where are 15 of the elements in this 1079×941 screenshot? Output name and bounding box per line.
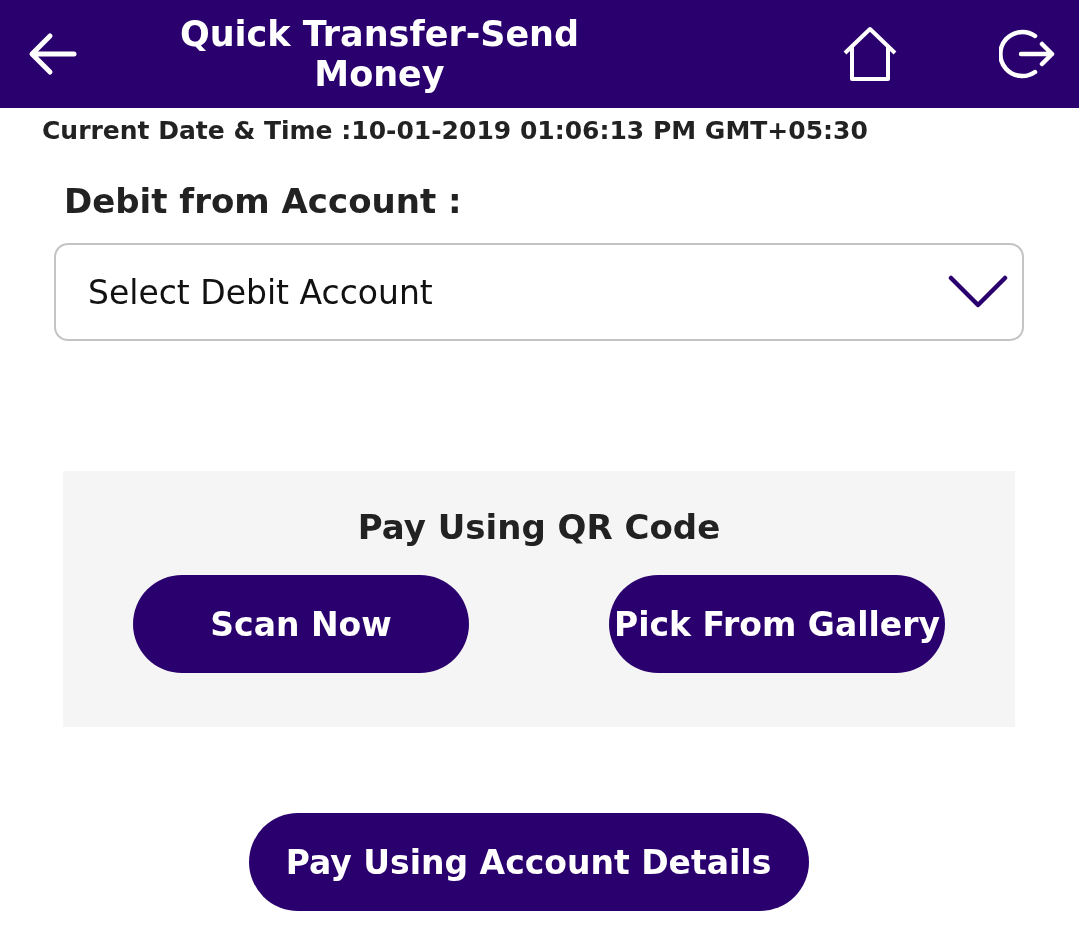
logout-icon xyxy=(999,27,1055,81)
page-title: Quick Transfer-Send Money xyxy=(178,14,581,94)
scan-now-button[interactable]: Scan Now xyxy=(133,575,469,673)
debit-account-label: Debit from Account : xyxy=(64,181,463,221)
current-datetime: Current Date & Time :10-01-2019 01:06:13 PM GMT+05:30 xyxy=(41,115,869,145)
pay-account-details-button[interactable]: Pay Using Account Details xyxy=(248,813,809,911)
back-button[interactable] xyxy=(28,32,78,76)
debit-account-dropdown[interactable]: Select Debit Account xyxy=(54,243,1024,341)
logout-button[interactable] xyxy=(999,27,1055,81)
qr-section-title: Pay Using QR Code xyxy=(357,507,721,547)
home-button[interactable] xyxy=(841,25,899,83)
home-icon xyxy=(841,25,899,83)
chevron-down-icon xyxy=(948,275,1008,309)
back-arrow-icon xyxy=(28,32,78,76)
pick-from-gallery-button[interactable]: Pick From Gallery xyxy=(609,575,945,673)
